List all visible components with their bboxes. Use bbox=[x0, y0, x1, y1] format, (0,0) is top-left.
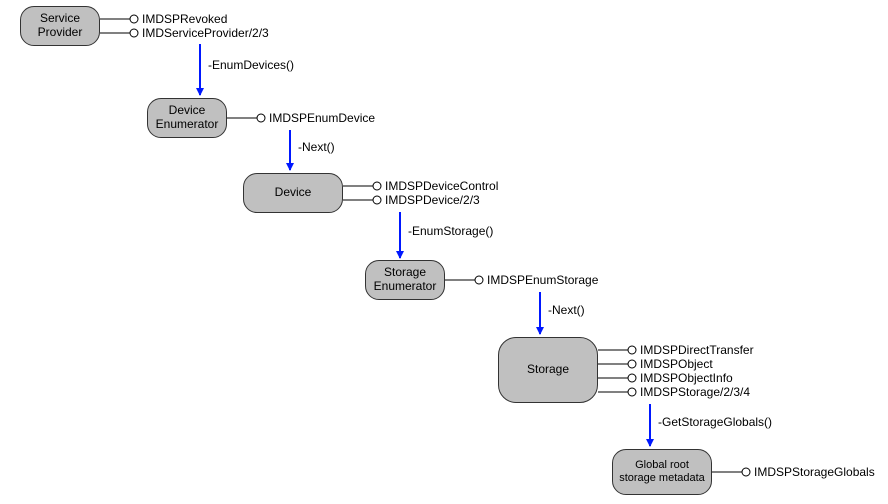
iface-enum-storage: IMDSPEnumStorage bbox=[487, 273, 598, 287]
iface-enum-device: IMDSPEnumDevice bbox=[269, 111, 375, 125]
method-enum-storage: -EnumStorage() bbox=[408, 224, 493, 238]
iface-storage-globals: IMDSPStorageGlobals bbox=[754, 465, 875, 479]
method-next-2: -Next() bbox=[548, 303, 585, 317]
node-label: Device Enumerator bbox=[154, 104, 220, 132]
node-label: Storage bbox=[527, 363, 569, 377]
iface-sp-revoked: IMDSPRevoked bbox=[142, 12, 227, 26]
iface-storage: IMDSPStorage/2/3/4 bbox=[640, 385, 750, 399]
iface-sp-service-provider: IMDServiceProvider/2/3 bbox=[142, 26, 269, 40]
node-storage-enumerator: Storage Enumerator bbox=[365, 260, 445, 300]
node-global-metadata: Global root storage metadata bbox=[612, 449, 712, 495]
method-enum-devices: -EnumDevices() bbox=[208, 58, 294, 72]
node-service-provider: Service Provider bbox=[20, 6, 100, 46]
node-device: Device bbox=[243, 173, 343, 213]
node-label: Service Provider bbox=[27, 12, 93, 40]
node-label: Device bbox=[275, 186, 312, 200]
iface-device-control: IMDSPDeviceControl bbox=[385, 179, 498, 193]
node-device-enumerator: Device Enumerator bbox=[147, 98, 227, 138]
iface-object: IMDSPObject bbox=[640, 357, 713, 371]
method-next-1: -Next() bbox=[298, 140, 335, 154]
method-get-storage-globals: -GetStorageGlobals() bbox=[658, 415, 772, 429]
node-label: Global root storage metadata bbox=[619, 459, 705, 484]
node-storage: Storage bbox=[498, 337, 598, 403]
node-label: Storage Enumerator bbox=[372, 266, 438, 294]
iface-direct-transfer: IMDSPDirectTransfer bbox=[640, 343, 754, 357]
iface-device: IMDSPDevice/2/3 bbox=[385, 193, 480, 207]
iface-object-info: IMDSPObjectInfo bbox=[640, 371, 733, 385]
